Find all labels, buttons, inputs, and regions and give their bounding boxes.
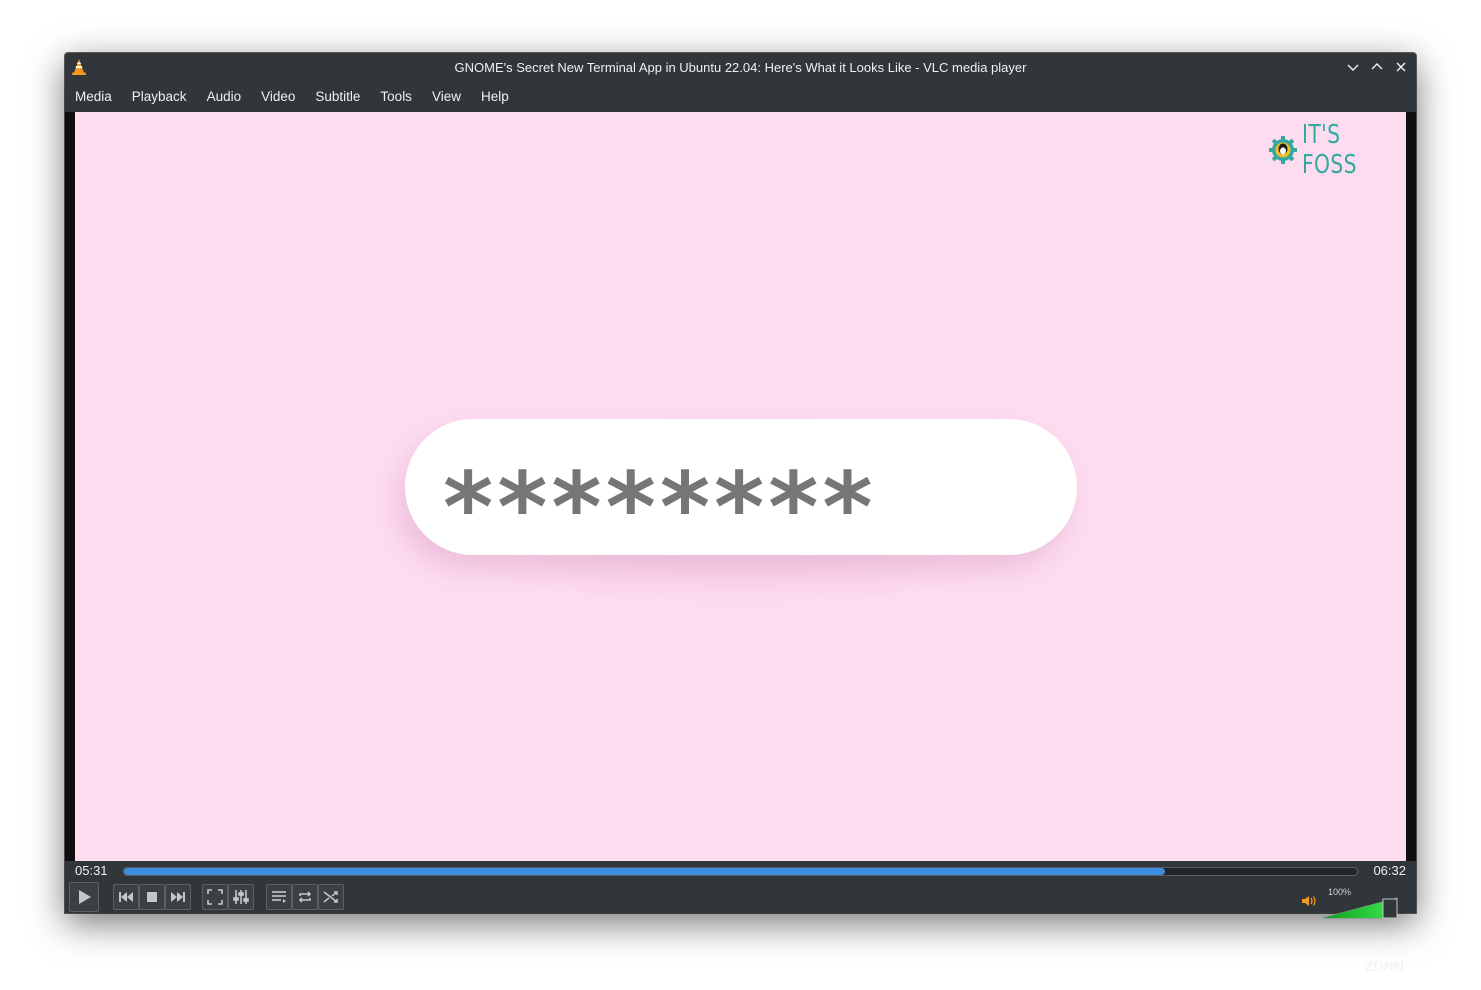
vlc-cone-icon[interactable] [70,58,88,76]
next-button[interactable] [165,884,191,910]
playlist-button[interactable] [266,884,292,910]
menu-media[interactable]: Media [65,83,122,111]
chevron-up-icon [1371,63,1383,70]
close-icon [1396,62,1406,72]
password-field-graphic: ******** [405,419,1077,564]
menu-subtitle[interactable]: Subtitle [305,83,370,111]
video-border-left [65,112,75,861]
vlc-window: GNOME's Secret New Terminal App in Ubunt… [65,53,1416,919]
seek-row: 05:31 06:32 [65,861,1416,881]
shuffle-icon [323,891,338,903]
elapsed-time[interactable]: 05:31 [75,863,108,878]
loop-icon [298,891,312,903]
speaker-icon[interactable] [1301,895,1319,907]
title-bar[interactable]: GNOME's Secret New Terminal App in Ubunt… [65,53,1416,81]
play-icon [79,890,91,904]
extended-settings-icon [233,890,249,904]
next-icon [171,892,185,902]
chevron-down-icon [1347,64,1359,71]
stop-icon [147,892,157,902]
play-button[interactable] [69,882,99,912]
shuffle-button[interactable] [318,884,344,910]
watermark-text: ZDNN [1365,958,1404,974]
previous-icon [119,892,133,902]
window-controls [1344,53,1410,81]
playlist-icon [272,891,286,903]
menu-tools[interactable]: Tools [370,83,422,111]
gear-tux-icon [1269,136,1297,164]
menu-help[interactable]: Help [471,83,519,111]
close-button[interactable] [1392,58,1410,76]
volume-percentage: 100% [1328,887,1352,897]
itsfoss-logo: IT'S FOSS [1268,120,1400,180]
previous-button[interactable] [113,884,139,910]
playback-controls: 100% [65,882,1416,919]
window-title: GNOME's Secret New Terminal App in Ubunt… [454,59,1027,75]
minimize-button[interactable] [1344,58,1362,76]
total-time[interactable]: 06:32 [1373,863,1406,878]
fullscreen-icon [207,889,223,905]
maximize-button[interactable] [1368,58,1386,76]
seek-progress [124,868,1165,875]
password-masked-text: ******** [443,452,877,564]
menu-audio[interactable]: Audio [197,83,252,111]
logo-text: IT'S FOSS [1302,120,1357,180]
menu-bar: Media Playback Audio Video Subtitle Tool… [65,83,1416,111]
menu-playback[interactable]: Playback [122,83,197,111]
extended-settings-button[interactable] [228,884,254,910]
video-border-right [1406,112,1416,861]
menu-view[interactable]: View [422,83,471,111]
fullscreen-button[interactable] [202,884,228,910]
stop-button[interactable] [139,884,165,910]
video-area[interactable]: ******** IT'S FOSS [75,112,1406,861]
volume-slider[interactable] [1322,897,1398,919]
loop-button[interactable] [292,884,318,910]
menu-video[interactable]: Video [251,83,305,111]
seek-slider[interactable] [123,867,1358,876]
